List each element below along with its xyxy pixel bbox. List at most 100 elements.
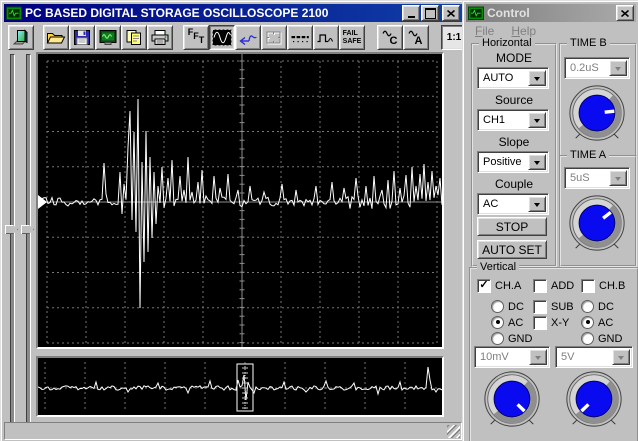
time-b-knob[interactable] [566,83,628,145]
ch-a-dc-option: DC [491,300,524,313]
horizontal-group: Horizontal MODE AUTO Source CH1 Slope Po… [471,37,557,267]
time-a-group-label: TIME A [567,149,610,161]
save-floppy-icon [74,30,90,45]
screen: PC BASED DIGITAL STORAGE OSCILLOSCOPE 21… [0,0,638,441]
ch-a-ac-radio[interactable] [491,316,504,329]
print-button[interactable] [147,25,173,50]
time-a-knob[interactable] [566,193,628,255]
dashed-line-icon [291,35,309,42]
control-app-icon [468,6,484,20]
grid-button[interactable] [261,25,287,50]
time-a-select: 5uS [564,167,630,189]
wave-a-icon: A [407,30,422,46]
ch-b-enable: CH.B [581,279,625,293]
undo-wave-icon [239,34,257,45]
grid-icon [266,31,282,44]
fft-button[interactable]: FFT [183,25,209,50]
copy-button[interactable] [121,25,147,50]
pulse-button[interactable] [313,25,339,50]
mode-dropdown-button[interactable] [528,70,546,86]
undo-wave-button[interactable] [235,25,261,50]
source-dropdown-button[interactable] [528,112,546,128]
control-titlebar[interactable]: Control [466,4,636,22]
ch-a-dc-radio[interactable] [491,300,504,313]
probe-c-button[interactable]: C [377,25,403,50]
offset-slider-thumb-b[interactable] [21,225,34,234]
titlebar-buttons [401,5,460,21]
menu-help[interactable]: Help [511,24,536,38]
close-button[interactable] [442,5,460,21]
ch-b-checkbox[interactable] [581,279,595,293]
chevron-down-icon [534,160,540,168]
copy-pages-icon [126,30,141,45]
ch-b-ac-radio[interactable] [581,316,594,329]
exit-door-icon [12,28,28,44]
resize-grip[interactable] [447,425,460,438]
offset-slider-track-b[interactable] [26,54,31,423]
probe-a-button[interactable]: A [403,25,429,50]
overview-waveform [37,362,446,412]
capture-button[interactable] [95,25,121,50]
sub-checkbox[interactable] [533,300,547,314]
waveform-button[interactable] [209,25,235,50]
mode-label: MODE [496,51,532,65]
ch-b-ac-option: AC [581,316,613,329]
ch-a-position-knob[interactable] [481,369,543,431]
time-b-group: TIME B 0.2uS [559,37,637,157]
open-folder-icon [46,32,66,43]
stop-button[interactable]: STOP [477,217,547,236]
capture-display-icon [99,30,117,45]
ch-a-checkbox[interactable]: ✓ [477,279,491,293]
chevron-down-icon [534,76,540,84]
mode-select[interactable]: AUTO [477,67,549,89]
main-window: PC BASED DIGITAL STORAGE OSCILLOSCOPE 21… [0,0,493,441]
control-close-button[interactable] [616,5,634,21]
ch-b-scale-select: 5V [555,346,633,368]
couple-label: Couple [494,177,534,191]
maximize-button[interactable] [421,5,439,21]
fail-safe-icon: FAIL SAFE [342,30,362,45]
slope-dropdown-button[interactable] [528,154,546,170]
ch-b-position-knob[interactable] [563,369,625,431]
control-close-icon [621,9,629,17]
ch-b-dc-radio[interactable] [581,300,594,313]
ch-a-enable: ✓ CH.A [477,279,521,293]
ch-a-gnd-option: GND [491,332,532,345]
exit-button[interactable] [8,25,34,50]
couple-select[interactable]: AC [477,193,549,215]
main-titlebar[interactable]: PC BASED DIGITAL STORAGE OSCILLOSCOPE 21… [4,4,462,22]
dashed-line-button[interactable] [287,25,313,50]
save-button[interactable] [69,25,95,50]
couple-dropdown-button[interactable] [528,196,546,212]
offset-slider-thumb-a[interactable] [5,225,18,234]
ch-b-dc-option: DC [581,300,614,313]
main-window-title: PC BASED DIGITAL STORAGE OSCILLOSCOPE 21… [25,6,329,20]
time-a-dropdown-button [609,170,627,186]
failsafe-button[interactable]: FAIL SAFE [339,25,365,50]
minimize-button[interactable] [402,5,420,21]
xy-checkbox[interactable] [533,316,547,330]
menu-file[interactable]: File [475,24,494,38]
ch-b-gnd-radio[interactable] [581,332,594,345]
svg-text:A: A [414,35,422,46]
app-icon [6,6,22,20]
main-display [36,52,444,349]
sub-enable: SUB [533,300,574,314]
ch-a-gnd-radio[interactable] [491,332,504,345]
slope-select[interactable]: Positive [477,151,549,173]
open-button[interactable] [43,25,69,50]
ch-a-scale-select: 10mV [474,346,550,368]
toolbar: FFT FAIL SAFE C A 1:1 [3,24,493,51]
overview-display [36,356,446,417]
add-checkbox[interactable] [533,279,547,293]
close-icon [447,9,455,17]
wave-c-icon: C [381,30,397,46]
sine-trace-icon [212,29,232,46]
fft-icon: FFT [187,27,205,45]
auto-set-button[interactable]: AUTO SET [477,240,547,259]
status-bar [4,422,462,440]
source-label: Source [494,93,534,107]
source-select[interactable]: CH1 [477,109,549,131]
offset-slider-track-a[interactable] [10,54,15,423]
chevron-down-icon [615,176,621,184]
